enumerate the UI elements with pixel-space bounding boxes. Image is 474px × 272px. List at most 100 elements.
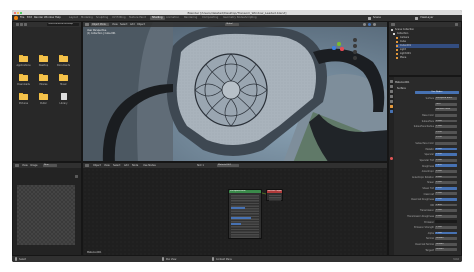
property-value-field[interactable]: GGX xyxy=(435,102,457,106)
scene-tab-icon[interactable] xyxy=(390,95,393,98)
shading-solid-icon[interactable] xyxy=(363,23,366,26)
blender-logo-icon[interactable] xyxy=(14,16,18,20)
menu-window[interactable]: Window xyxy=(44,16,54,19)
image-tool-icon[interactable] xyxy=(75,175,78,178)
folder-icon[interactable] xyxy=(39,93,48,100)
material-tab-icon[interactable] xyxy=(390,157,393,160)
editor-type-icon[interactable] xyxy=(85,23,89,26)
shader-menu-view[interactable]: View xyxy=(104,164,110,167)
folder-icon[interactable] xyxy=(19,74,28,81)
tab-texture-paint[interactable]: Texture Paint xyxy=(127,16,148,20)
forward-arrow-icon[interactable] xyxy=(20,23,23,26)
tab-rendering[interactable]: Rendering xyxy=(182,16,199,20)
shader-menu-object[interactable]: Object xyxy=(93,164,101,167)
camera-icon[interactable] xyxy=(353,50,357,54)
property-value-field[interactable]: 1.000 xyxy=(435,125,457,129)
image-new-button[interactable]: New xyxy=(43,163,57,168)
property-value-field[interactable]: 0.400 xyxy=(435,164,457,168)
parent-folder-icon[interactable] xyxy=(24,23,27,26)
3d-viewport[interactable]: Object Mode View Select Add Object Globa… xyxy=(82,21,388,162)
folder-icon[interactable] xyxy=(39,55,48,62)
filter-icon[interactable] xyxy=(455,23,458,26)
property-value-field[interactable] xyxy=(435,220,457,224)
property-value-field[interactable]: 0.000 xyxy=(435,175,457,179)
viewport-menu-select[interactable]: Select xyxy=(120,23,127,26)
properties-surface-header[interactable]: Material.001 xyxy=(395,81,459,84)
property-value-field[interactable]: 0.100 xyxy=(435,136,457,140)
property-value-field[interactable]: 0.000 xyxy=(435,158,457,162)
property-value-field[interactable]: 0.500 xyxy=(435,186,457,190)
tab-compositing[interactable]: Compositing xyxy=(200,16,220,20)
output-tab-icon[interactable] xyxy=(390,90,393,93)
tab-modeling[interactable]: Modeling xyxy=(79,16,95,20)
property-value-field[interactable]: 0.000 xyxy=(435,214,457,218)
folder-icon[interactable] xyxy=(19,93,28,100)
menu-edit[interactable]: Edit xyxy=(27,16,32,19)
folder-icon[interactable] xyxy=(39,74,48,81)
node-blue-field[interactable] xyxy=(231,223,241,225)
mode-dropdown[interactable]: Object Mode xyxy=(91,22,109,27)
property-value-field[interactable]: 0.000 xyxy=(435,181,457,185)
use-nodes-button[interactable]: Use Nodes xyxy=(415,91,459,94)
property-value-field[interactable]: 0.000 xyxy=(435,147,457,151)
property-value-field[interactable] xyxy=(435,142,457,145)
property-value-field[interactable]: Random Walk xyxy=(435,108,457,112)
shading-rendered-icon[interactable] xyxy=(373,23,376,26)
object-tab-icon[interactable] xyxy=(390,105,393,108)
file-icon[interactable] xyxy=(61,93,67,100)
tab-animation[interactable]: Animation xyxy=(164,16,181,20)
property-value-field[interactable]: 1.450 xyxy=(435,203,457,207)
editor-type-icon[interactable] xyxy=(15,164,19,167)
node-blue-field[interactable] xyxy=(231,217,251,219)
transform-orientation-dropdown[interactable]: Global xyxy=(225,22,239,27)
shading-material-icon[interactable] xyxy=(368,23,371,26)
property-value-field[interactable]: 1.000 xyxy=(435,231,457,235)
property-value-field[interactable]: Default xyxy=(435,242,457,246)
folder-icon[interactable] xyxy=(59,55,68,62)
tab-scripting[interactable]: Scripting xyxy=(243,16,259,20)
property-value-field[interactable]: Principled BSDF xyxy=(435,97,457,101)
property-value-field[interactable]: 0.000 xyxy=(435,209,457,213)
world-tab-icon[interactable] xyxy=(390,100,393,103)
navigation-gizmo[interactable] xyxy=(328,40,346,58)
node-blue-field[interactable] xyxy=(231,207,245,209)
zoom-icon[interactable] xyxy=(353,38,357,42)
property-value-field[interactable]: 0.000 xyxy=(435,119,457,123)
viewport-menu-view[interactable]: View xyxy=(112,23,118,26)
property-value-field[interactable]: 0.000 xyxy=(435,192,457,196)
material-selector[interactable]: Material.001 xyxy=(217,163,239,168)
image-menu-view[interactable]: View xyxy=(22,164,28,167)
menu-render[interactable]: Render xyxy=(34,16,43,19)
back-arrow-icon[interactable] xyxy=(16,23,19,26)
modifier-tab-icon[interactable] xyxy=(390,110,393,113)
menu-file[interactable]: File xyxy=(20,16,24,19)
gizmo-y-axis-icon[interactable] xyxy=(337,42,341,46)
tab-uv-editing[interactable]: UV Editing xyxy=(110,16,128,20)
gizmo-z-axis-icon[interactable] xyxy=(332,46,336,50)
menu-help[interactable]: Help xyxy=(55,16,61,19)
pan-hand-icon[interactable] xyxy=(353,44,357,48)
viewport-menu-add[interactable]: Add xyxy=(130,23,135,26)
editor-type-icon[interactable] xyxy=(85,164,89,167)
path-field[interactable]: /Users/deleted/Desktop/ xyxy=(47,22,79,27)
property-value-field[interactable]: 1.000 xyxy=(435,226,457,229)
principled-bsdf-node[interactable]: Principled BSDF xyxy=(228,189,262,239)
material-output-node[interactable]: Material Output xyxy=(266,189,283,201)
editor-type-icon[interactable] xyxy=(391,23,395,26)
render-tab-icon[interactable] xyxy=(390,85,393,88)
shader-menu-add[interactable]: Add xyxy=(124,164,129,167)
view-layer-selector[interactable]: ViewLayer xyxy=(420,16,433,19)
use-nodes-toggle[interactable]: Use Nodes xyxy=(143,164,156,167)
shader-menu-select[interactable]: Select xyxy=(113,164,120,167)
tab-layout[interactable]: Layout xyxy=(67,16,80,20)
folder-icon[interactable] xyxy=(19,55,28,62)
property-value-field[interactable]: 0.000 xyxy=(435,170,457,173)
property-value-field[interactable]: 0.500 xyxy=(435,153,457,157)
folder-icon[interactable] xyxy=(59,74,68,81)
property-value-field[interactable] xyxy=(435,114,457,117)
slot-dropdown[interactable]: Slot 1 xyxy=(197,164,204,167)
grid-icon[interactable] xyxy=(353,56,357,60)
tab-sculpting[interactable]: Sculpting xyxy=(94,16,110,20)
property-value-field[interactable]: Default xyxy=(435,248,457,252)
viewport-menu-object[interactable]: Object xyxy=(137,23,145,26)
